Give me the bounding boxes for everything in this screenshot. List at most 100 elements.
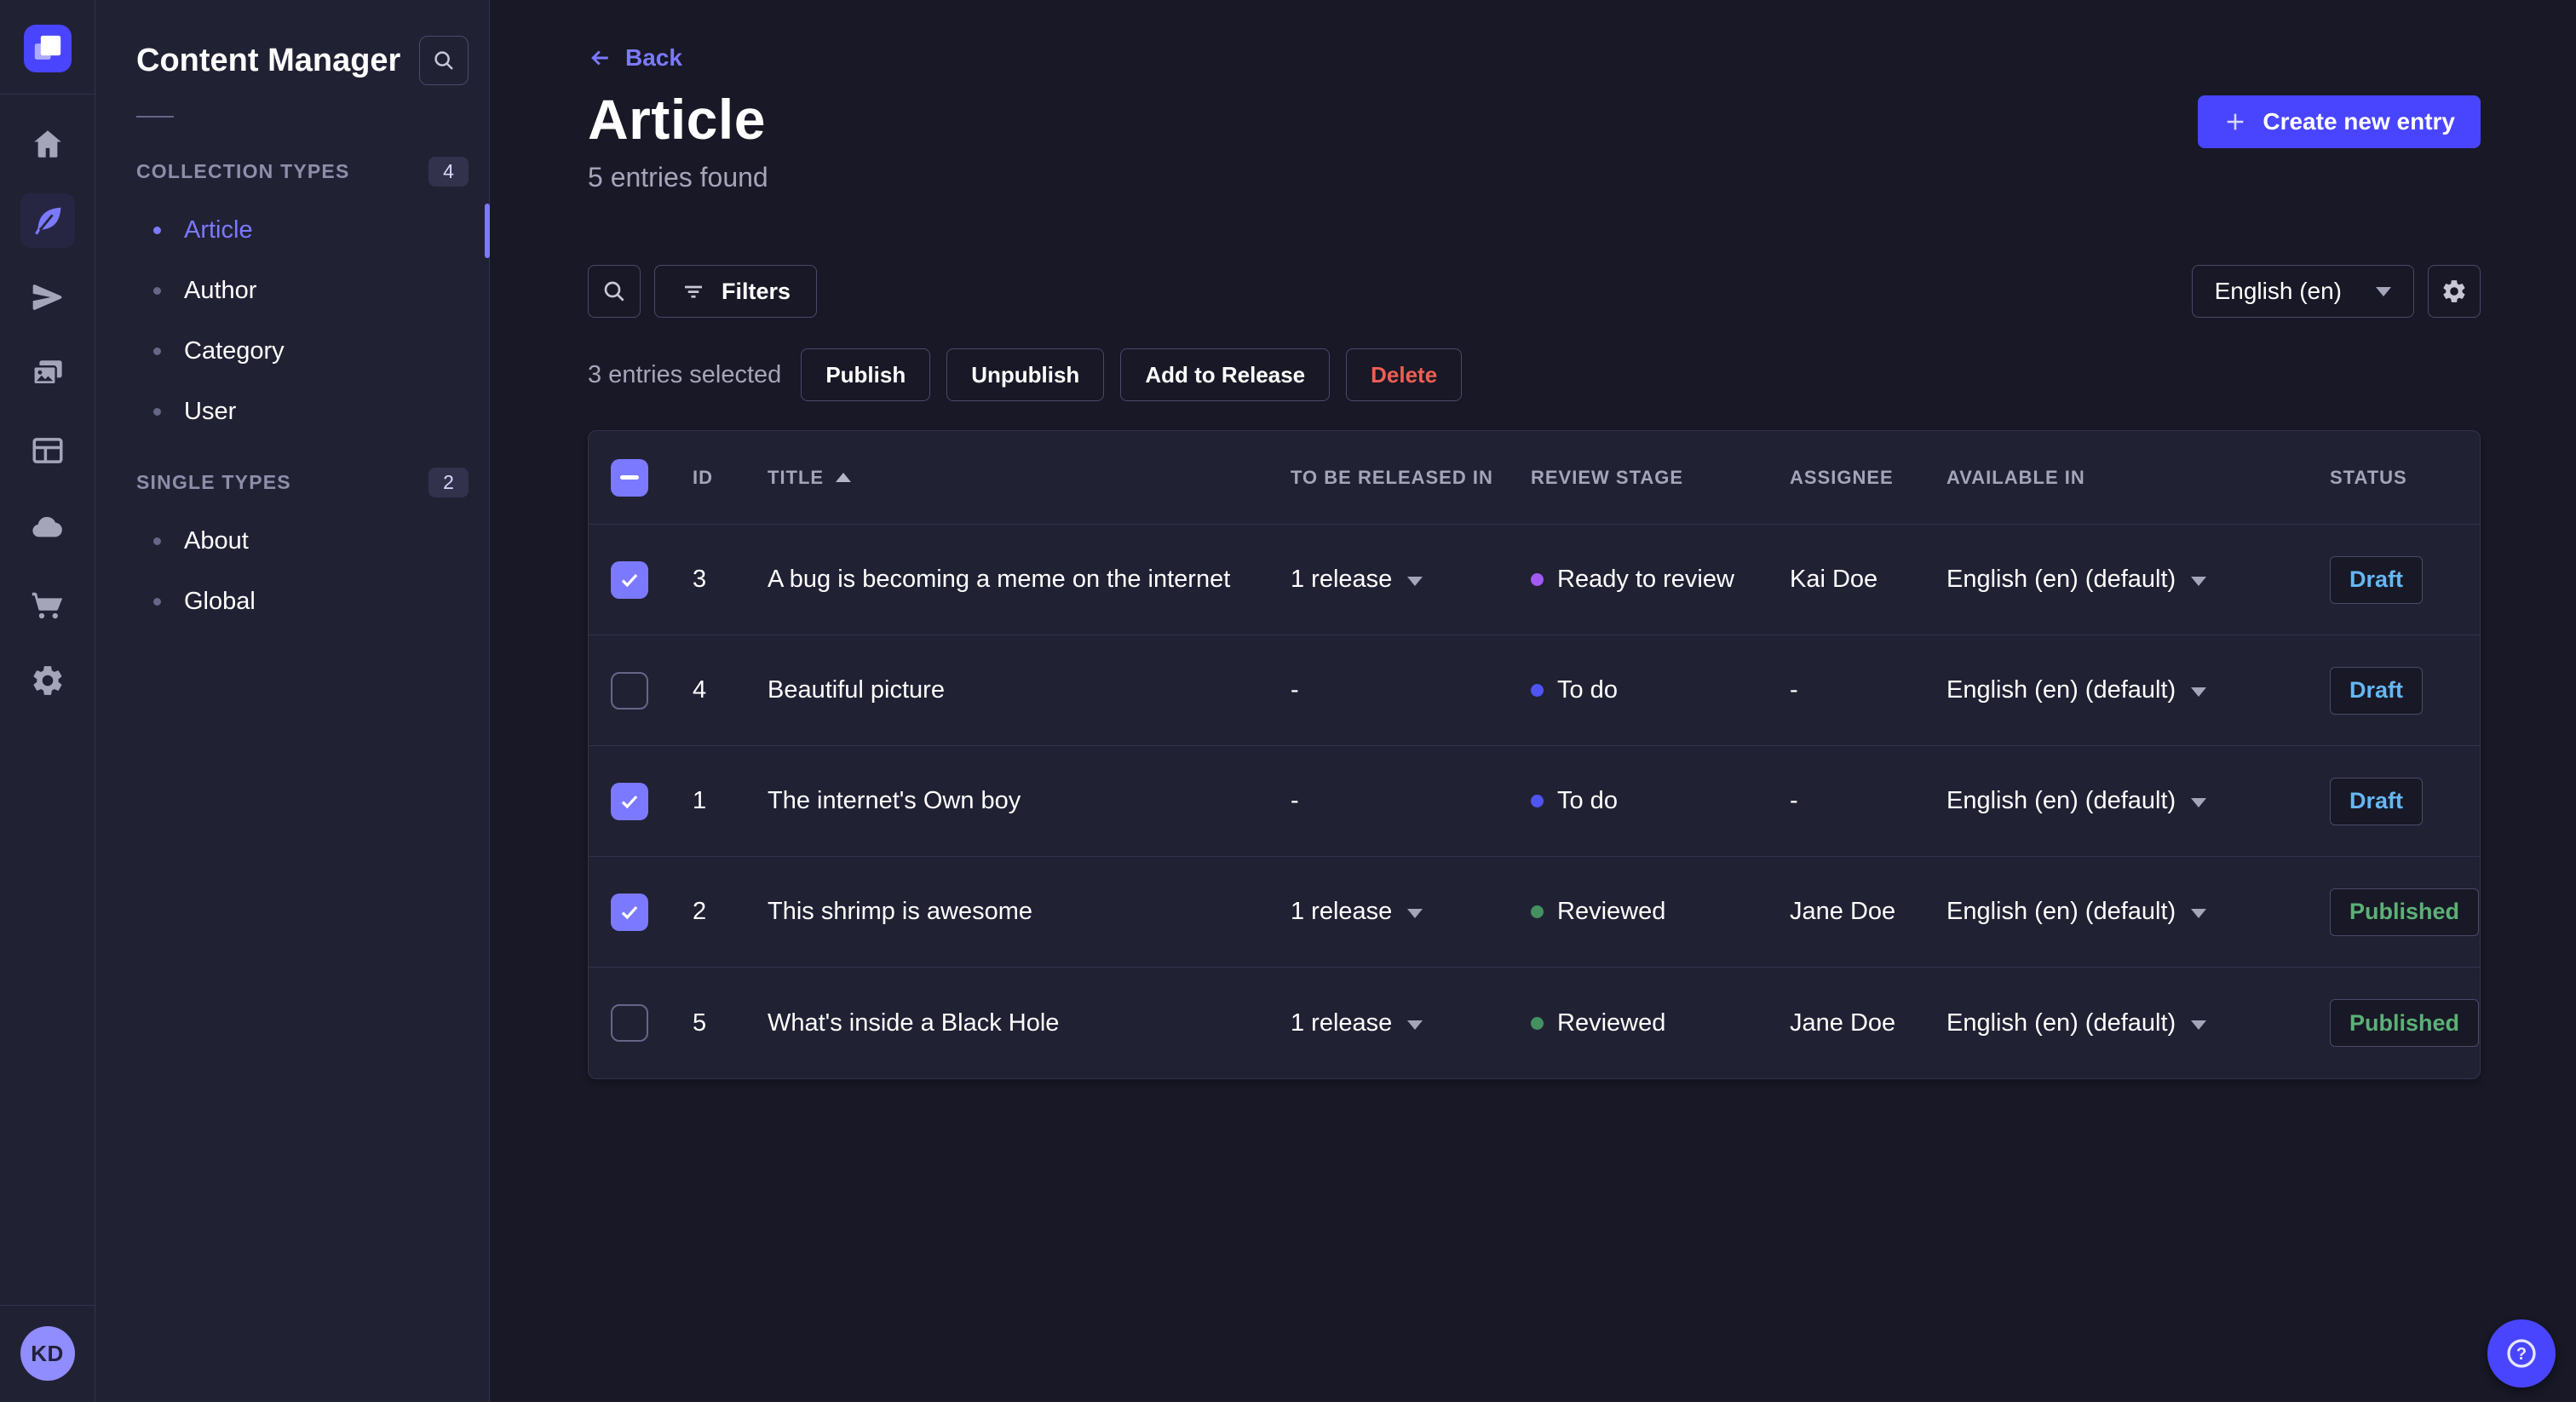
cell-available-in-dropdown[interactable]: English (en) (default) <box>1946 676 2330 704</box>
divider <box>0 1305 95 1306</box>
send-icon[interactable] <box>20 270 75 325</box>
cell-review-stage: To do <box>1531 676 1790 704</box>
bullet-icon <box>153 227 161 234</box>
cell-title: What's inside a Black Hole <box>768 1008 1060 1037</box>
cell-available-in-dropdown[interactable]: English (en) (default) <box>1946 566 2330 594</box>
cell-release-dropdown[interactable]: - <box>1291 787 1531 815</box>
create-new-entry-button[interactable]: Create new entry <box>2198 95 2481 148</box>
status-badge: Draft <box>2330 555 2424 604</box>
column-header-release: TO BE RELEASED IN <box>1291 466 1493 488</box>
column-header-title[interactable]: TITLE <box>768 467 1291 489</box>
stage-dot-icon <box>1531 573 1544 586</box>
svg-text:?: ? <box>2516 1345 2527 1364</box>
media-library-icon[interactable] <box>20 347 75 401</box>
unpublish-button[interactable]: Unpublish <box>946 348 1105 401</box>
stage-dot-icon <box>1531 905 1544 918</box>
layout-icon[interactable] <box>20 423 75 478</box>
bullet-icon <box>153 598 161 606</box>
row-checkbox[interactable] <box>611 1004 648 1042</box>
filters-button[interactable]: Filters <box>654 265 818 318</box>
stage-dot-icon <box>1531 1016 1544 1030</box>
row-checkbox[interactable] <box>611 671 648 710</box>
cloud-icon[interactable] <box>20 500 75 554</box>
divider <box>136 116 174 118</box>
column-header-id: ID <box>693 466 713 488</box>
cell-release-dropdown[interactable]: - <box>1291 676 1531 704</box>
arrow-left-icon <box>591 50 608 66</box>
cell-available-in-dropdown[interactable]: English (en) (default) <box>1946 1009 2330 1037</box>
sidebar-item-about[interactable]: About <box>136 511 469 572</box>
content-manager-subnav: Content Manager COLLECTION TYPES 4 Artic… <box>95 0 490 1402</box>
home-icon[interactable] <box>20 117 75 171</box>
main-nav-rail: KD <box>0 0 95 1402</box>
delete-button[interactable]: Delete <box>1346 348 1463 401</box>
add-to-release-button[interactable]: Add to Release <box>1120 348 1331 401</box>
table-row[interactable]: 1 The internet's Own boy - To do - Engli… <box>589 746 2480 857</box>
search-button[interactable] <box>588 265 641 318</box>
question-icon: ? <box>2507 1339 2536 1368</box>
table-row[interactable]: 2 This shrimp is awesome 1 release Revie… <box>589 857 2480 968</box>
column-header-review-stage: REVIEW STAGE <box>1531 466 1684 488</box>
help-button[interactable]: ? <box>2487 1319 2556 1388</box>
cell-assignee: Jane Doe <box>1790 1008 1896 1037</box>
cell-title: This shrimp is awesome <box>768 898 1033 925</box>
sidebar-item-global[interactable]: Global <box>136 572 469 632</box>
row-checkbox[interactable] <box>611 782 648 820</box>
cell-available-in-dropdown[interactable]: English (en) (default) <box>1946 898 2330 926</box>
check-icon <box>621 573 638 587</box>
cell-assignee: - <box>1790 787 1798 814</box>
strapi-logo[interactable] <box>23 25 72 72</box>
chevron-down-icon <box>1407 909 1423 918</box>
view-settings-button[interactable] <box>2428 265 2481 318</box>
publish-button[interactable]: Publish <box>801 348 931 401</box>
content-manager-feather-icon[interactable] <box>20 193 75 248</box>
sidebar-item-article[interactable]: Article <box>136 200 490 261</box>
cell-review-stage: Reviewed <box>1531 898 1790 926</box>
check-icon <box>621 795 638 808</box>
filter-icon <box>685 285 702 298</box>
sidebar-item-category[interactable]: Category <box>136 321 469 382</box>
sidebar-item-author[interactable]: Author <box>136 261 469 321</box>
sidebar-item-user[interactable]: User <box>136 382 469 442</box>
page-title: Article <box>588 88 766 151</box>
chevron-down-icon <box>1407 1020 1423 1030</box>
row-checkbox[interactable] <box>611 893 648 931</box>
cell-release-dropdown[interactable]: 1 release <box>1291 1009 1531 1037</box>
bullet-icon <box>153 537 161 545</box>
cell-available-in-dropdown[interactable]: English (en) (default) <box>1946 787 2330 815</box>
entries-count: 5 entries found <box>588 162 768 192</box>
chevron-down-icon <box>2191 798 2207 807</box>
collection-types-count-badge: 4 <box>428 157 469 187</box>
user-avatar[interactable]: KD <box>20 1326 75 1381</box>
column-header-available-in: AVAILABLE IN <box>1946 466 2085 488</box>
status-badge: Published <box>2330 999 2480 1047</box>
divider <box>0 94 95 95</box>
table-header-row: ID TITLE TO BE RELEASED IN REVIEW STAGE … <box>589 431 2480 525</box>
cell-review-stage: Reviewed <box>1531 1009 1790 1037</box>
locale-select[interactable]: English (en) <box>2191 265 2414 318</box>
row-checkbox[interactable] <box>611 560 648 599</box>
cell-review-stage: To do <box>1531 787 1790 815</box>
subnav-search-button[interactable] <box>419 36 469 85</box>
section-label-collection-types: COLLECTION TYPES <box>136 160 350 182</box>
stage-dot-icon <box>1531 795 1544 807</box>
gear-icon <box>2443 280 2465 302</box>
chevron-down-icon <box>2376 286 2391 296</box>
cell-assignee: Kai Doe <box>1790 566 1878 593</box>
status-badge: Draft <box>2330 666 2424 715</box>
column-header-assignee: ASSIGNEE <box>1790 466 1894 488</box>
cell-release-dropdown[interactable]: 1 release <box>1291 898 1531 926</box>
cart-icon[interactable] <box>20 577 75 631</box>
chevron-down-icon <box>2191 909 2207 918</box>
table-row[interactable]: 3 A bug is becoming a meme on the intern… <box>589 525 2480 635</box>
chevron-down-icon <box>1407 577 1423 586</box>
chevron-down-icon <box>2191 1020 2207 1030</box>
table-row[interactable]: 5 What's inside a Black Hole 1 release R… <box>589 968 2480 1078</box>
back-link[interactable]: Back <box>588 44 682 72</box>
table-row[interactable]: 4 Beautiful picture - To do - English (e… <box>589 635 2480 746</box>
cell-id: 1 <box>693 787 707 814</box>
gear-icon[interactable] <box>20 653 75 708</box>
stage-dot-icon <box>1531 684 1544 697</box>
cell-release-dropdown[interactable]: 1 release <box>1291 566 1531 594</box>
select-all-checkbox[interactable] <box>611 458 648 497</box>
